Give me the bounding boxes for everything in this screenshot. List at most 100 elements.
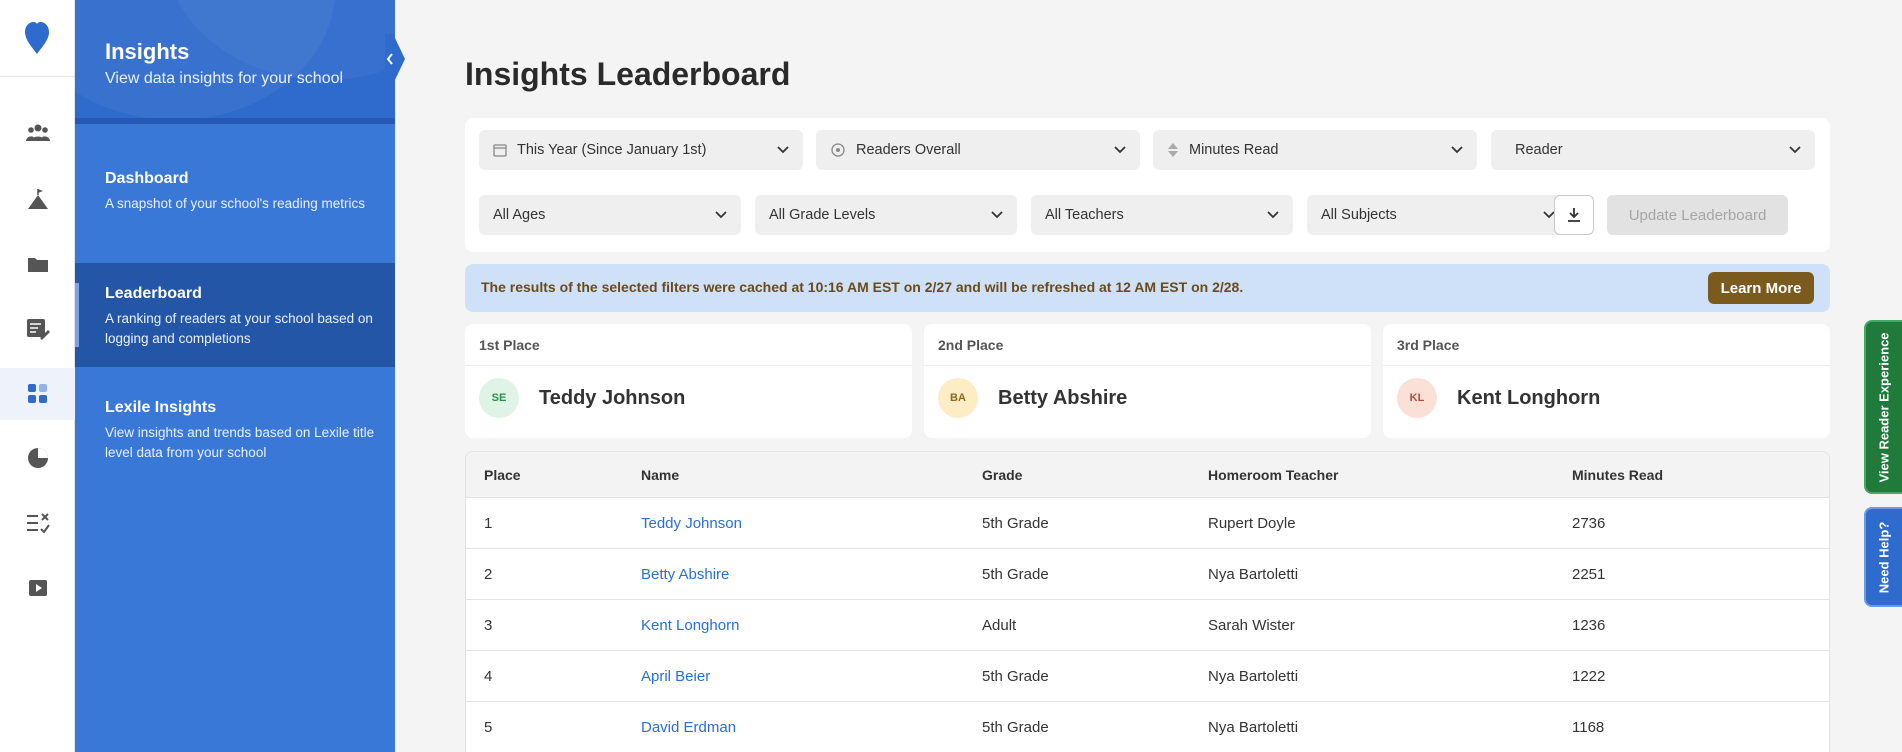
sidebar-item-desc: A snapshot of your school's reading metr… (105, 196, 365, 211)
rail-assignments[interactable] (0, 497, 75, 549)
place-cell: 2 (484, 565, 493, 583)
page-title: Insights Leaderboard (465, 56, 791, 92)
column-header-minutes[interactable]: Minutes Read (1572, 452, 1663, 497)
sidebar-item-desc: View insights and trends based on Lexile… (105, 425, 375, 460)
grade-cell: Adult (982, 616, 1017, 634)
rail-students[interactable] (0, 107, 75, 159)
students-icon (25, 124, 50, 141)
sidebar-item-dashboard[interactable]: Dashboard A snapshot of your school's re… (75, 148, 395, 248)
need-help-label: Need Help? (1876, 521, 1892, 593)
chevron-left-icon (386, 53, 393, 65)
column-header-teacher[interactable]: Homeroom Teacher (1208, 452, 1338, 497)
download-icon (1568, 208, 1580, 222)
need-help-tab[interactable]: Need Help? (1864, 507, 1902, 607)
reader-name-link[interactable]: Teddy Johnson (641, 498, 742, 548)
teacher-cell: Nya Bartoletti (1208, 565, 1299, 583)
reader-name-link[interactable]: Betty Abshire (641, 549, 729, 599)
rail-insights[interactable] (0, 368, 75, 420)
table-header: Place Name Grade Homeroom Teacher Minute… (466, 452, 1829, 498)
minutes-cell: 1222 (1572, 667, 1606, 685)
column-header-name[interactable]: Name (641, 452, 679, 497)
reading-log-icon (26, 319, 50, 340)
cache-notice-banner: The results of the selected filters were… (465, 264, 1830, 312)
download-button[interactable] (1554, 195, 1594, 235)
reader-name-link[interactable]: April Beier (641, 651, 710, 701)
reader-scope-value: Readers Overall (856, 142, 961, 158)
folder-icon (27, 258, 48, 272)
rail-videos[interactable] (0, 562, 75, 614)
table-row: 5 David Erdman 5th Grade Nya Bartoletti … (466, 702, 1829, 752)
podium-label: 1st Place (465, 324, 912, 366)
table-row: 3 Kent Longhorn Adult Sarah Wister 1236 (466, 600, 1829, 651)
app-logo[interactable] (0, 0, 74, 77)
podium-label: 2nd Place (924, 324, 1371, 366)
minutes-cell: 2736 (1572, 514, 1606, 532)
sidebar-item-lexile-insights[interactable]: Lexile Insights View insights and trends… (75, 377, 395, 477)
subjects-select[interactable]: All Subjects (1307, 195, 1569, 235)
grade-cell: 5th Grade (982, 565, 1049, 583)
cache-notice-message: The results of the selected filters were… (481, 279, 1244, 295)
reader-name-link[interactable]: Kent Longhorn (641, 600, 739, 650)
calendar-icon (493, 144, 507, 157)
place-cell: 1 (484, 514, 493, 532)
time-range-select[interactable]: This Year (Since January 1st) (479, 130, 803, 170)
subjects-value: All Subjects (1321, 207, 1397, 223)
teacher-cell: Sarah Wister (1208, 616, 1295, 634)
video-icon (28, 580, 47, 596)
grade-levels-select[interactable]: All Grade Levels (755, 195, 1017, 235)
logo-heart-icon (25, 22, 49, 54)
mountain-flag-icon (27, 189, 48, 209)
podium-card-first: 1st Place SE Teddy Johnson (465, 324, 912, 438)
sidebar-item-desc: A ranking of readers at your school base… (105, 311, 373, 346)
group-by-value: Reader (1515, 142, 1563, 158)
avatar: KL (1397, 378, 1437, 418)
grade-cell: 5th Grade (982, 514, 1049, 532)
grade-cell: 5th Grade (982, 718, 1049, 736)
table-row: 4 April Beier 5th Grade Nya Bartoletti 1… (466, 651, 1829, 702)
icon-rail (0, 0, 75, 752)
place-cell: 5 (484, 718, 493, 736)
column-header-place[interactable]: Place (484, 452, 521, 497)
insights-sidebar: Insights View data insights for your sch… (75, 0, 395, 752)
teacher-cell: Nya Bartoletti (1208, 718, 1299, 736)
sidebar-item-leaderboard[interactable]: Leaderboard A ranking of readers at your… (75, 263, 395, 367)
rail-reading-log[interactable] (0, 303, 75, 355)
chevron-down-icon (1114, 146, 1126, 154)
metric-select[interactable]: Minutes Read (1153, 130, 1477, 170)
chevron-down-icon (991, 211, 1003, 219)
rail-library[interactable] (0, 238, 75, 290)
column-header-grade[interactable]: Grade (982, 452, 1022, 497)
teacher-cell: Rupert Doyle (1208, 514, 1296, 532)
sidebar-item-title: Dashboard (105, 170, 189, 187)
podium-label: 3rd Place (1383, 324, 1830, 366)
avatar: SE (479, 378, 519, 418)
grade-levels-value: All Grade Levels (769, 207, 876, 223)
rail-reports[interactable] (0, 432, 75, 484)
podium-card-third: 3rd Place KL Kent Longhorn (1383, 324, 1830, 438)
table-row: 2 Betty Abshire 5th Grade Nya Bartoletti… (466, 549, 1829, 600)
chevron-down-icon (715, 211, 727, 219)
podium-name: Teddy Johnson (539, 386, 686, 409)
sidebar-item-title: Lexile Insights (105, 399, 217, 416)
metric-value: Minutes Read (1189, 142, 1279, 158)
filter-panel: This Year (Since January 1st) Readers Ov… (465, 118, 1830, 252)
reader-scope-select[interactable]: Readers Overall (816, 130, 1140, 170)
update-leaderboard-button[interactable]: Update Leaderboard (1607, 195, 1788, 235)
sidebar-subtitle: View data insights for your school (105, 70, 344, 87)
rail-goals[interactable] (0, 173, 75, 225)
minutes-cell: 2251 (1572, 565, 1606, 583)
grade-cell: 5th Grade (982, 667, 1049, 685)
time-range-value: This Year (Since January 1st) (517, 142, 707, 158)
ages-select[interactable]: All Ages (479, 195, 741, 235)
minutes-cell: 1168 (1572, 718, 1605, 736)
sidebar-header: Insights View data insights for your sch… (75, 0, 395, 124)
learn-more-button[interactable]: Learn More (1708, 272, 1814, 304)
teachers-select[interactable]: All Teachers (1031, 195, 1293, 235)
place-cell: 3 (484, 616, 493, 634)
group-by-select[interactable]: Reader (1491, 130, 1815, 170)
main-content: Insights Leaderboard This Year (Since Ja… (395, 0, 1902, 752)
podium-name: Kent Longhorn (1457, 386, 1601, 409)
chevron-down-icon (1789, 146, 1801, 154)
view-reader-experience-tab[interactable]: View Reader Experience (1864, 320, 1902, 494)
reader-name-link[interactable]: David Erdman (641, 702, 736, 752)
